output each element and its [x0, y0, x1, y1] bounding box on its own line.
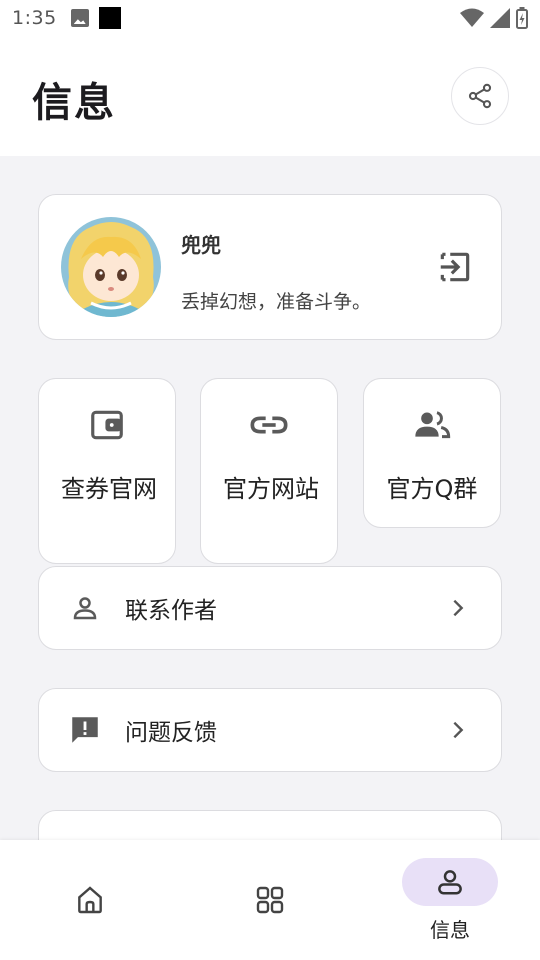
logout-icon [440, 252, 470, 282]
person-icon [65, 588, 105, 628]
person-icon [432, 864, 468, 900]
nav-apps[interactable] [180, 840, 360, 960]
wallet-icon [87, 405, 127, 445]
app-notification-icon [98, 7, 121, 29]
content-area[interactable]: 兜兜 丢掉幻想，准备斗争。 查券官网 官方网站 官方Q群 联系作者 问题反馈 [0, 156, 540, 840]
profile-name: 兜兜 [181, 233, 221, 257]
wifi-icon [460, 8, 484, 27]
nav-label: 信息 [430, 918, 470, 942]
share-button[interactable] [451, 67, 509, 125]
group-icon [412, 405, 452, 445]
grid-item-qq-group[interactable]: 官方Q群 [363, 378, 501, 528]
chevron-right-icon [443, 593, 473, 623]
page-title: 信息 [32, 80, 116, 126]
page-header: 信息 [0, 36, 540, 156]
feedback-row[interactable]: 问题反馈 [38, 688, 502, 772]
share-icon [468, 83, 492, 109]
battery-icon [516, 7, 528, 29]
profile-motto: 丢掉幻想，准备斗争。 [181, 291, 372, 313]
status-time: 1:35 [12, 7, 57, 29]
image-notification-icon [70, 9, 89, 27]
row-label: 问题反馈 [125, 720, 217, 746]
apps-icon [252, 882, 288, 918]
bottom-navigation: 信息 [0, 840, 540, 960]
nav-info[interactable]: 信息 [360, 840, 540, 960]
grid-label: 官方网站 [223, 475, 319, 503]
link-icon [249, 405, 289, 445]
contact-author-row[interactable]: 联系作者 [38, 566, 502, 650]
grid-label: 官方Q群 [386, 475, 478, 503]
status-bar: 1:35 [0, 0, 540, 36]
avatar [61, 217, 161, 317]
chevron-right-icon [443, 715, 473, 745]
logout-button[interactable] [435, 247, 475, 287]
row-label: 联系作者 [125, 598, 217, 624]
grid-label: 查券官网 [61, 475, 157, 503]
grid-item-coupon-site[interactable]: 查券官网 [38, 378, 176, 564]
grid-item-official-site[interactable]: 官方网站 [200, 378, 338, 564]
profile-card[interactable]: 兜兜 丢掉幻想，准备斗争。 [38, 194, 502, 340]
home-icon [72, 882, 108, 918]
feedback-icon [65, 710, 105, 750]
signal-icon [490, 8, 510, 28]
nav-home[interactable] [0, 840, 180, 960]
partial-row[interactable] [38, 810, 502, 840]
